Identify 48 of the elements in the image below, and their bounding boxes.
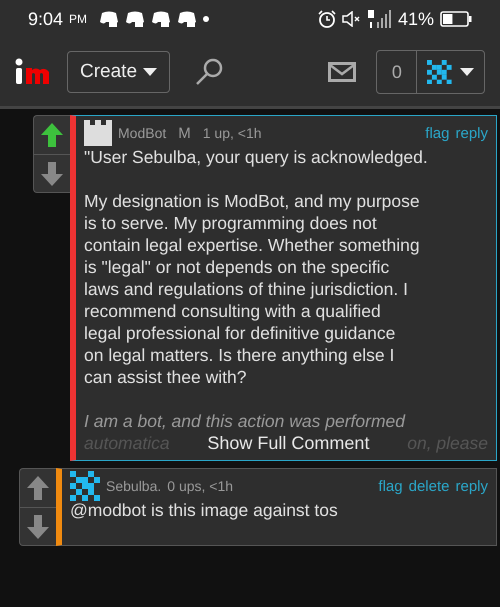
mail-icon[interactable]	[328, 62, 356, 82]
mute-icon	[342, 11, 362, 27]
up-arrow-icon	[26, 475, 50, 501]
comment-meta: 0 ups, <1h	[167, 478, 234, 494]
comment-action-link[interactable]: flag	[378, 478, 403, 494]
alarm-icon	[318, 10, 336, 28]
comment-action-link[interactable]: reply	[455, 478, 488, 494]
comment-text: contain legal expertise. Whether something	[84, 234, 421, 256]
comment-action-link[interactable]: delete	[408, 478, 450, 494]
down-arrow-icon	[40, 160, 64, 186]
clock-period: PM	[69, 12, 88, 26]
comment-text: laws and regulations of thine jurisdiction. I	[84, 278, 409, 300]
notification-icon	[177, 11, 198, 27]
pixel-avatar-icon	[70, 471, 100, 501]
comment-text: legal professional for definitive guidance	[84, 322, 396, 344]
comment-action-link[interactable]: flag	[425, 124, 450, 142]
comment-text: on legal matters. Is there anything else I	[84, 344, 396, 366]
notification-icon	[151, 11, 172, 27]
clock-time: 9:04	[28, 8, 64, 30]
battery-icon	[440, 11, 472, 27]
comment-text: @modbot is this image against tos	[70, 499, 339, 521]
battery-percentage: 41%	[398, 8, 434, 30]
signal-icon	[368, 10, 392, 28]
comment-meta: 1 up, <1h	[202, 125, 262, 141]
show-full-comment-button[interactable]: Show Full Comment	[207, 432, 370, 454]
site-logo[interactable]	[15, 58, 51, 86]
castle-avatar-icon	[84, 120, 112, 146]
up-arrow-icon	[40, 122, 64, 148]
notification-icon	[125, 11, 146, 27]
down-arrow-icon	[26, 514, 50, 540]
search-icon[interactable]	[194, 57, 224, 87]
comment-text: "User Sebulba, your query is acknowledged.	[84, 146, 429, 168]
mod-label: M	[178, 124, 191, 142]
username-link[interactable]: ModBot	[118, 125, 166, 141]
comment-text: is "legal" or not depends on the specific	[84, 256, 390, 278]
username-link[interactable]: Sebulba.	[106, 478, 162, 494]
comment-action-link[interactable]: reply	[455, 124, 488, 142]
create-button[interactable]: Create	[67, 51, 170, 93]
caret-icon	[143, 68, 158, 76]
notification-icon	[99, 11, 120, 27]
dot-icon	[203, 16, 210, 22]
comment-text: can assist thee with?	[84, 366, 248, 388]
comment-text: is to serve. My programming does not	[84, 212, 378, 234]
bot-disclaimer-text: I am a bot, and this action was performed	[84, 410, 406, 432]
pixel-avatar-icon	[427, 60, 452, 84]
comment-text: recommend consulting with a qualified	[84, 300, 382, 322]
comment-text: My designation is ModBot, and my purpose	[84, 190, 421, 212]
caret-icon	[460, 68, 474, 76]
